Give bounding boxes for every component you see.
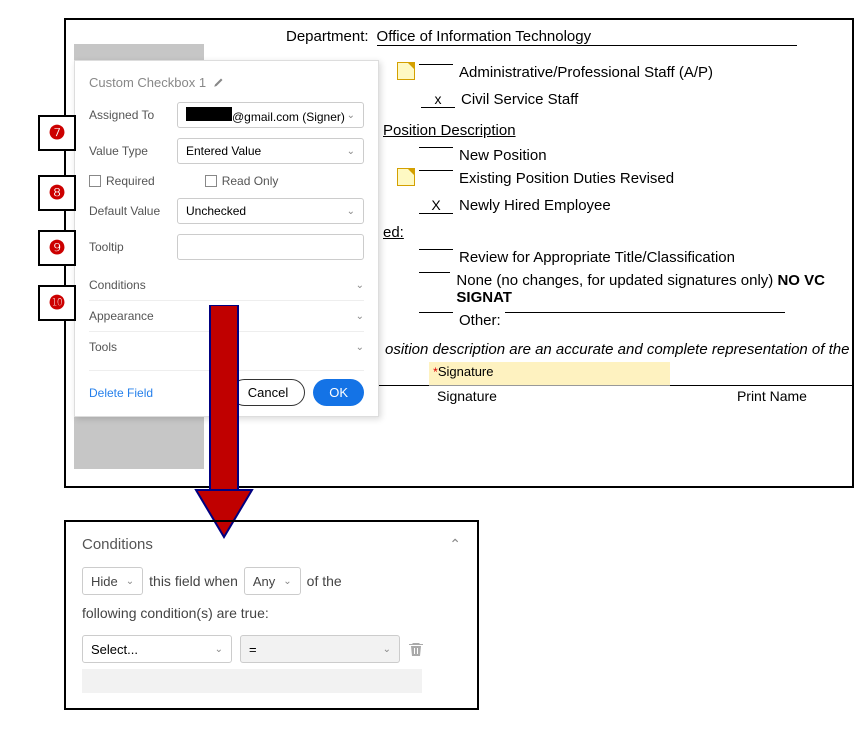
cs-check[interactable]: x — [421, 91, 455, 108]
chevron-down-icon: ⌄ — [126, 576, 134, 587]
chevron-down-icon: ⌄ — [215, 644, 223, 655]
assigned-email: @gmail.com (Signer) — [232, 110, 345, 124]
signature-field[interactable]: *Signature — [429, 362, 669, 386]
tooltip-label: Tooltip — [89, 240, 177, 254]
existing-check[interactable] — [419, 170, 453, 171]
review-check[interactable] — [419, 249, 453, 250]
chevron-down-icon: ⌄ — [283, 576, 291, 587]
value-type-value: Entered Value — [186, 144, 261, 158]
chevron-down-icon: ⌄ — [347, 110, 355, 121]
form-tag-icon[interactable] — [397, 168, 415, 186]
default-value-dropdown[interactable]: Unchecked ⌄ — [177, 198, 364, 224]
value-type-row: Value Type Entered Value ⌄ — [89, 138, 364, 164]
form-tag-icon[interactable] — [397, 62, 415, 80]
readonly-text: Read Only — [222, 174, 279, 188]
department-row: Department: Office of Information Techno… — [211, 28, 852, 46]
conditions-title-row: Conditions ⌃ — [82, 536, 461, 553]
print-under-label: Print Name — [737, 388, 807, 404]
arrow-indicator — [188, 305, 268, 545]
ap-check[interactable] — [419, 64, 453, 65]
print-blank[interactable] — [670, 385, 852, 386]
value-type-dropdown[interactable]: Entered Value ⌄ — [177, 138, 364, 164]
annotation-badge-10: ❿ — [38, 285, 76, 321]
none-text: None (no changes, for updated signatures… — [456, 272, 852, 306]
assigned-to-dropdown[interactable]: @gmail.com (Signer) ⌄ — [177, 102, 364, 128]
chevron-down-icon: ⌄ — [356, 280, 364, 291]
other-input-line[interactable] — [505, 312, 785, 313]
conditions-section[interactable]: Conditions ⌄ — [89, 270, 364, 300]
popup-title-text: Custom Checkbox 1 — [89, 75, 206, 90]
operator-dropdown[interactable]: = ⌄ — [240, 635, 400, 663]
sentence-text-2: of the — [307, 573, 342, 589]
ok-button[interactable]: OK — [313, 379, 364, 406]
tools-label: Tools — [89, 340, 117, 354]
new-pos-text: New Position — [459, 147, 547, 164]
delete-field-link[interactable]: Delete Field — [89, 386, 153, 400]
field-select-dropdown[interactable]: Select... ⌄ — [82, 635, 232, 663]
value-type-label: Value Type — [89, 144, 177, 158]
value-input-bar[interactable] — [82, 669, 422, 693]
assigned-to-label: Assigned To — [89, 108, 177, 122]
trash-icon[interactable] — [408, 641, 424, 657]
default-value-value: Unchecked — [186, 204, 246, 218]
chevron-down-icon: ⌄ — [383, 644, 391, 655]
any-all-dropdown[interactable]: Any ⌄ — [244, 567, 301, 595]
other-text: Other: — [459, 312, 501, 329]
redacted-name — [186, 107, 232, 121]
newly-text: Newly Hired Employee — [459, 197, 611, 214]
hide-value: Hide — [91, 574, 118, 589]
position-desc-header: Position Description — [383, 122, 852, 139]
appearance-label: Appearance — [89, 309, 154, 323]
chevron-down-icon: ⌄ — [356, 342, 364, 353]
select-value: Select... — [91, 642, 138, 657]
review-text: Review for Appropriate Title/Classificat… — [459, 249, 735, 266]
partial-header: ed: — [383, 224, 852, 241]
checkbox-options-row: Required Read Only — [89, 174, 364, 188]
newly-check[interactable]: X — [419, 197, 453, 214]
annotation-badge-8: ❽ — [38, 175, 76, 211]
department-label: Department: — [286, 28, 369, 45]
chevron-down-icon: ⌄ — [356, 311, 364, 322]
signature-labels: Signature Print Name — [437, 388, 852, 404]
readonly-checkbox-label[interactable]: Read Only — [205, 174, 279, 188]
signature-under-label: Signature — [437, 388, 497, 404]
operator-value: = — [249, 642, 257, 657]
signature-placeholder: Signature — [438, 364, 494, 379]
conditions-panel: Conditions ⌃ Hide ⌄ this field when Any … — [64, 520, 479, 710]
existing-text: Existing Position Duties Revised — [459, 170, 674, 187]
readonly-checkbox[interactable] — [205, 175, 217, 187]
chevron-down-icon: ⌄ — [347, 146, 355, 157]
ap-staff-text: Administrative/Professional Staff (A/P) — [459, 64, 713, 81]
conditions-sentence-2: following condition(s) are true: — [82, 605, 461, 621]
chevron-down-icon: ⌄ — [347, 206, 355, 217]
department-value: Office of Information Technology — [377, 28, 797, 46]
conditions-title: Conditions — [82, 536, 153, 553]
cs-staff-text: Civil Service Staff — [461, 91, 578, 108]
none-check[interactable] — [419, 272, 450, 273]
chevron-up-icon[interactable]: ⌃ — [449, 536, 461, 553]
popup-title: Custom Checkbox 1 — [89, 75, 364, 90]
new-pos-check[interactable] — [419, 147, 453, 148]
certification-line: osition description are an accurate and … — [385, 341, 852, 358]
any-value: Any — [253, 574, 275, 589]
other-check[interactable] — [419, 312, 453, 313]
assigned-to-row: Assigned To @gmail.com (Signer) ⌄ — [89, 102, 364, 128]
conditions-label: Conditions — [89, 278, 146, 292]
required-checkbox-label[interactable]: Required — [89, 174, 155, 188]
required-text: Required — [106, 174, 155, 188]
annotation-badge-9: ❾ — [38, 230, 76, 266]
condition-rule-row: Select... ⌄ = ⌄ — [82, 635, 461, 663]
edit-icon[interactable] — [212, 77, 224, 89]
default-value-row: Default Value Unchecked ⌄ — [89, 198, 364, 224]
annotation-badge-7: ❼ — [38, 115, 76, 151]
hide-show-dropdown[interactable]: Hide ⌄ — [82, 567, 143, 595]
sentence-text-1: this field when — [149, 573, 238, 589]
required-checkbox[interactable] — [89, 175, 101, 187]
tooltip-input[interactable] — [177, 234, 364, 260]
conditions-sentence-1: Hide ⌄ this field when Any ⌄ of the — [82, 567, 461, 595]
default-value-label: Default Value — [89, 204, 177, 218]
tooltip-row: Tooltip — [89, 234, 364, 260]
